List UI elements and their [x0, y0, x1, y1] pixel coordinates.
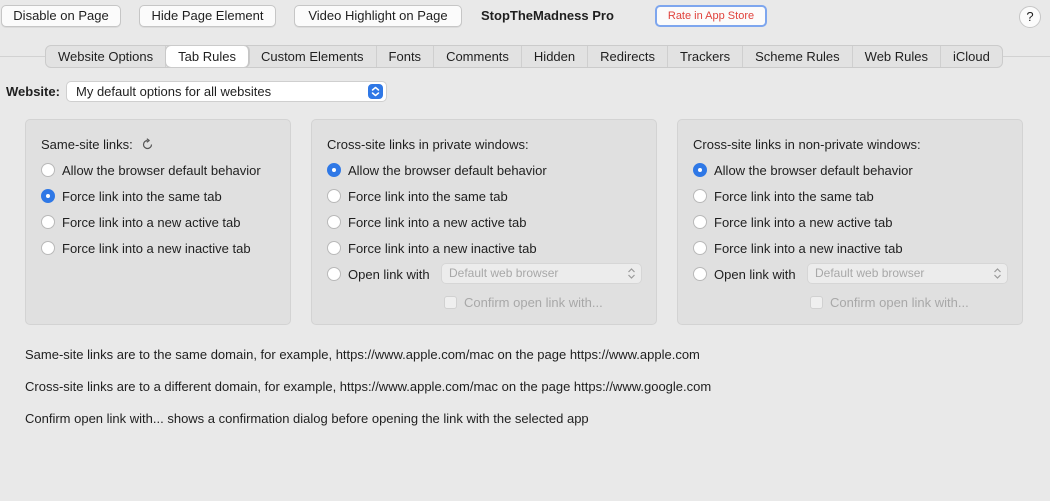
tab-scheme-rules[interactable]: Scheme Rules — [743, 46, 853, 67]
option-label: Allow the browser default behavior — [714, 162, 913, 178]
tab-redirects[interactable]: Redirects — [588, 46, 669, 67]
radio-button[interactable] — [693, 215, 707, 229]
website-select-value: My default options for all websites — [76, 84, 272, 99]
chevron-updown-icon — [368, 84, 383, 99]
note-same-site: Same-site links are to the same domain, … — [25, 347, 700, 362]
option-label: Allow the browser default behavior — [62, 162, 261, 178]
option-label: Force link into a new inactive tab — [348, 240, 537, 256]
tab-trackers[interactable]: Trackers — [668, 46, 744, 67]
same-site-option-new-active[interactable]: Force link into a new active tab — [41, 214, 240, 230]
nonprivate-option-same-tab[interactable]: Force link into the same tab — [693, 188, 874, 204]
private-confirm-open-with[interactable]: Confirm open link with... — [444, 295, 603, 310]
radio-button[interactable] — [327, 267, 341, 281]
website-select[interactable]: My default options for all websites — [66, 81, 387, 102]
private-option-new-inactive[interactable]: Force link into a new inactive tab — [327, 240, 537, 256]
radio-button[interactable] — [327, 189, 341, 203]
tab-icloud[interactable]: iCloud — [941, 46, 1002, 67]
same-site-option-new-inactive[interactable]: Force link into a new inactive tab — [41, 240, 251, 256]
same-site-option-default[interactable]: Allow the browser default behavior — [41, 162, 261, 178]
tab-tab-rules[interactable]: Tab Rules — [166, 46, 249, 67]
same-site-panel: Same-site links: Allow the browser defau… — [25, 119, 291, 325]
option-label: Open link with — [714, 266, 796, 282]
same-site-option-same-tab[interactable]: Force link into the same tab — [41, 188, 222, 204]
chevron-updown-icon — [627, 267, 636, 286]
radio-button[interactable] — [41, 163, 55, 177]
radio-button-selected[interactable] — [327, 163, 341, 177]
radio-button[interactable] — [693, 189, 707, 203]
private-option-same-tab[interactable]: Force link into the same tab — [327, 188, 508, 204]
radio-button-selected[interactable] — [41, 189, 55, 203]
browser-select-value: Default web browser — [449, 266, 559, 280]
tab-website-options[interactable]: Website Options — [46, 46, 167, 67]
nonprivate-browser-select[interactable]: Default web browser — [807, 263, 1008, 284]
option-label: Force link into a new inactive tab — [62, 240, 251, 256]
video-highlight-button[interactable]: Video Highlight on Page — [294, 5, 462, 27]
option-label: Force link into the same tab — [348, 188, 508, 204]
tab-comments[interactable]: Comments — [434, 46, 522, 67]
radio-button[interactable] — [693, 241, 707, 255]
disable-on-page-button[interactable]: Disable on Page — [1, 5, 121, 27]
radio-button[interactable] — [41, 241, 55, 255]
radio-button[interactable] — [327, 215, 341, 229]
same-site-title: Same-site links: — [41, 137, 154, 154]
option-label: Force link into a new active tab — [714, 214, 893, 230]
tab-fonts[interactable]: Fonts — [377, 46, 435, 67]
checkbox[interactable] — [810, 296, 823, 309]
nonprivate-option-open-with[interactable]: Open link with — [693, 266, 796, 282]
checkbox-label: Confirm open link with... — [830, 295, 969, 310]
tab-custom-elements[interactable]: Custom Elements — [249, 46, 377, 67]
rate-in-app-store-button[interactable]: Rate in App Store — [655, 5, 767, 27]
private-option-open-with[interactable]: Open link with — [327, 266, 430, 282]
radio-button[interactable] — [327, 241, 341, 255]
checkbox-label: Confirm open link with... — [464, 295, 603, 310]
option-label: Force link into the same tab — [714, 188, 874, 204]
website-label: Website: — [6, 84, 60, 99]
tab-bar: Website Options Tab Rules Custom Element… — [45, 45, 1003, 68]
radio-button-selected[interactable] — [693, 163, 707, 177]
nonprivate-option-new-active[interactable]: Force link into a new active tab — [693, 214, 892, 230]
checkbox[interactable] — [444, 296, 457, 309]
note-cross-site: Cross-site links are to a different doma… — [25, 379, 712, 394]
radio-button[interactable] — [41, 215, 55, 229]
radio-button[interactable] — [693, 267, 707, 281]
hide-page-element-button[interactable]: Hide Page Element — [139, 5, 276, 27]
option-label: Force link into a new active tab — [62, 214, 241, 230]
nonprivate-option-default[interactable]: Allow the browser default behavior — [693, 162, 913, 178]
option-label: Force link into a new active tab — [348, 214, 527, 230]
private-browser-select[interactable]: Default web browser — [441, 263, 642, 284]
tab-hidden[interactable]: Hidden — [522, 46, 589, 67]
option-label: Open link with — [348, 266, 430, 282]
app-title: StopTheMadness Pro — [481, 8, 614, 23]
refresh-icon[interactable] — [141, 138, 154, 154]
chevron-updown-icon — [993, 267, 1002, 286]
cross-site-private-panel: Cross-site links in private windows: All… — [311, 119, 657, 325]
cross-site-nonprivate-panel: Cross-site links in non-private windows:… — [677, 119, 1023, 325]
browser-select-value: Default web browser — [815, 266, 925, 280]
private-option-new-active[interactable]: Force link into a new active tab — [327, 214, 526, 230]
tab-web-rules[interactable]: Web Rules — [853, 46, 942, 67]
cross-site-private-title: Cross-site links in private windows: — [327, 137, 529, 152]
option-label: Allow the browser default behavior — [348, 162, 547, 178]
note-confirm: Confirm open link with... shows a confir… — [25, 411, 589, 426]
nonprivate-confirm-open-with[interactable]: Confirm open link with... — [810, 295, 969, 310]
private-option-default[interactable]: Allow the browser default behavior — [327, 162, 547, 178]
nonprivate-option-new-inactive[interactable]: Force link into a new inactive tab — [693, 240, 903, 256]
option-label: Force link into a new inactive tab — [714, 240, 903, 256]
help-button[interactable]: ? — [1019, 6, 1041, 28]
cross-site-nonprivate-title: Cross-site links in non-private windows: — [693, 137, 921, 152]
option-label: Force link into the same tab — [62, 188, 222, 204]
